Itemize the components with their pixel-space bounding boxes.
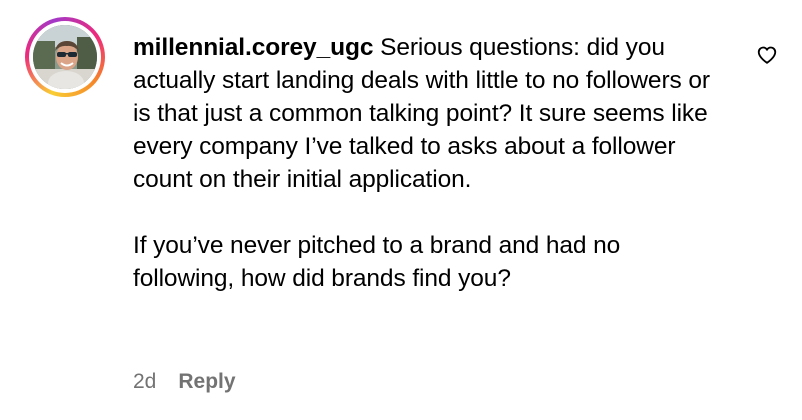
comment-timestamp: 2d xyxy=(133,370,157,393)
comment-meta: 2d Reply xyxy=(133,368,236,396)
reply-button[interactable]: Reply xyxy=(178,368,235,396)
heart-outline-icon[interactable] xyxy=(756,44,778,66)
comment-text-2: If you’ve never pitched to a brand and h… xyxy=(133,232,621,292)
comment-paragraph-2: If you’ve never pitched to a brand and h… xyxy=(133,229,723,295)
comment-paragraph-1: millennial.corey_ugc Serious questions: … xyxy=(133,31,723,196)
avatar[interactable] xyxy=(33,25,97,89)
avatar-story-ring[interactable] xyxy=(25,17,105,97)
avatar-photo xyxy=(33,25,97,89)
comment: millennial.corey_ugc Serious questions: … xyxy=(0,0,802,420)
avatar-ring-gap xyxy=(29,21,101,93)
username-link[interactable]: millennial.corey_ugc xyxy=(133,34,373,61)
comment-body: millennial.corey_ugc Serious questions: … xyxy=(133,31,723,295)
